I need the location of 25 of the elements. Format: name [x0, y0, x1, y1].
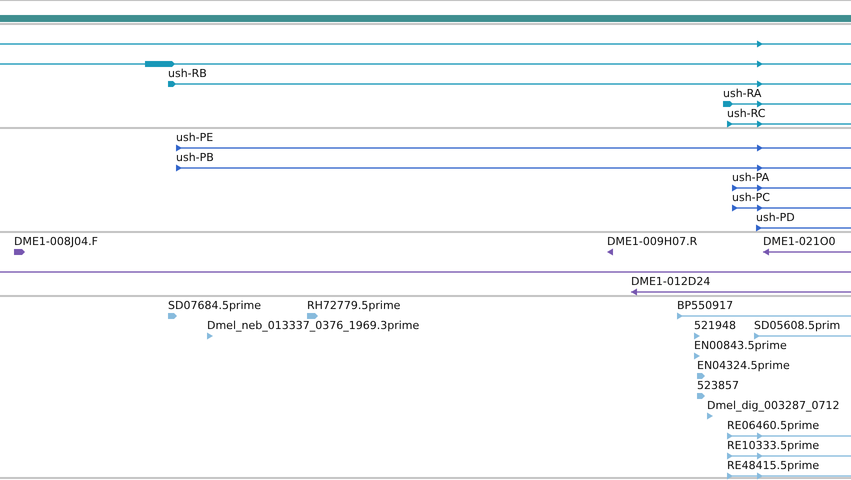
feature-label: EN04324.5prime — [697, 360, 790, 372]
feature-label: DME1-012D24 — [631, 276, 710, 288]
feature-label: 523857 — [697, 380, 739, 392]
feature-label: DME1-021O0 — [763, 236, 836, 248]
feature-label: SD05608.5prim — [754, 320, 840, 332]
feature-label: ush-RB — [168, 68, 207, 80]
feature-label: ush-PA — [732, 172, 770, 184]
feature-label: ush-RC — [727, 108, 766, 120]
feature-label: RE48415.5prime — [727, 460, 820, 472]
feature-label: BP550917 — [677, 300, 734, 312]
feature-label: ush-PD — [756, 212, 795, 224]
feature-label: EN00843.5prime — [694, 340, 787, 352]
feature-label: 521948 — [694, 320, 736, 332]
feature-label: Dmel_dig_003287_0712 — [707, 400, 840, 412]
feature-label: ush-PE — [176, 132, 214, 144]
feature-label: ush-PC — [732, 192, 770, 204]
feature-label: ush-RA — [723, 88, 762, 100]
feature-label: Dmel_neb_013337_0376_1969.3prime — [207, 320, 420, 332]
feature-label: RH72779.5prime — [307, 300, 400, 312]
feature-label: DME1-009H07.R — [607, 236, 698, 248]
feature-label: DME1-008J04.F — [14, 236, 98, 248]
feature-label: SD07684.5prime — [168, 300, 261, 312]
feature-label: RE06460.5prime — [727, 420, 820, 432]
feature-label: RE10333.5prime — [727, 440, 820, 452]
feature-label: ush-PB — [176, 152, 214, 164]
